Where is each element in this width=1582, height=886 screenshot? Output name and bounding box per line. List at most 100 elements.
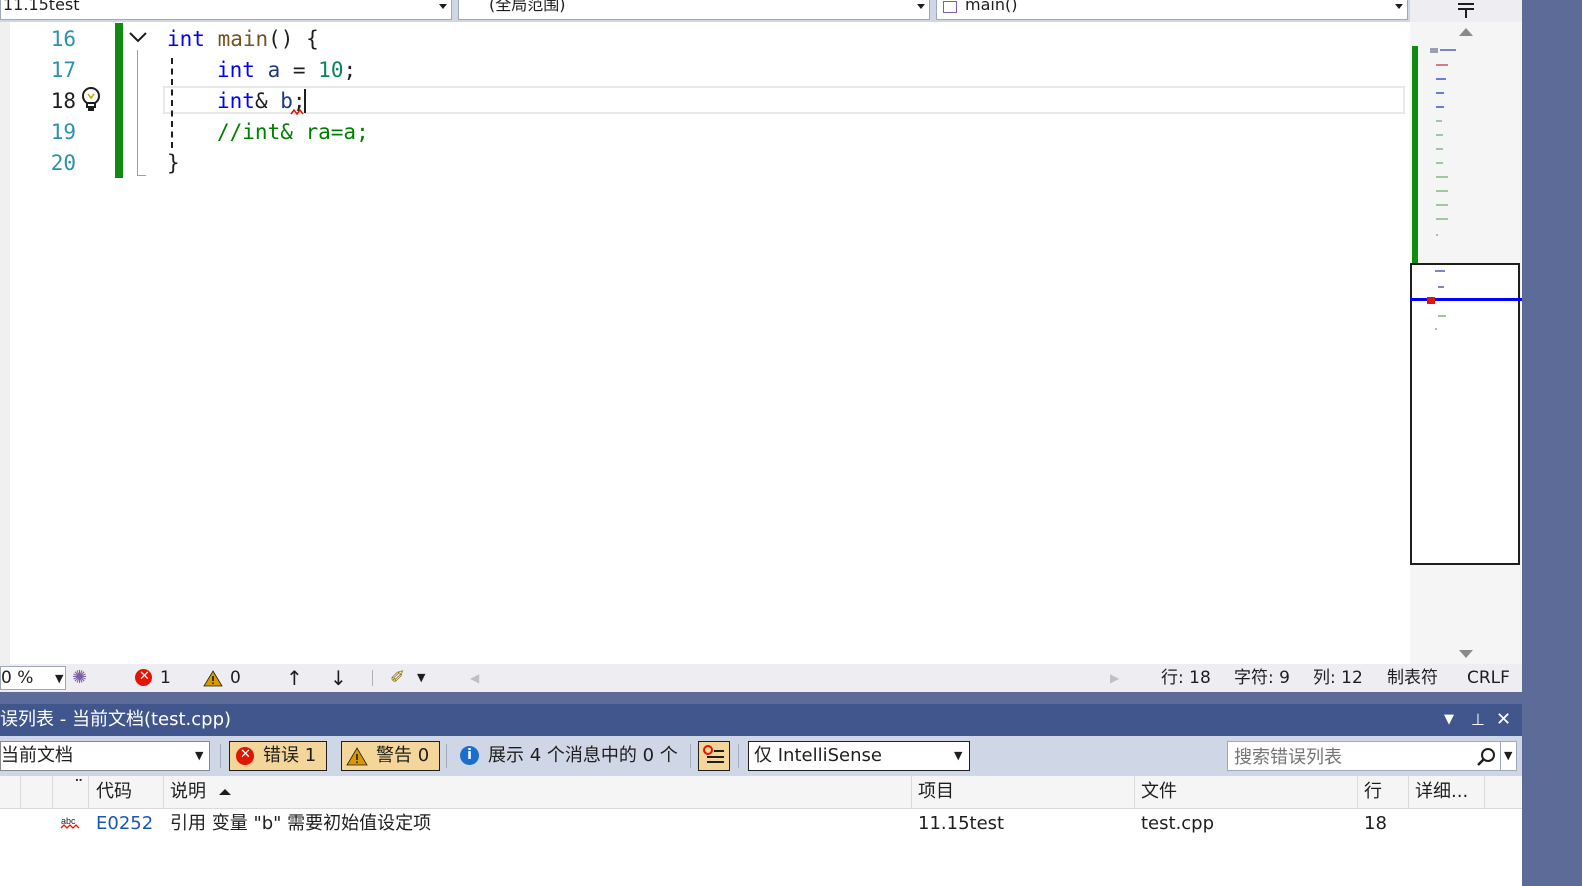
code-line-17: int a = 10; (217, 58, 357, 82)
window-side-panel (1522, 0, 1582, 886)
minimap-line (1435, 328, 1437, 330)
scroll-up-icon[interactable] (1459, 28, 1473, 36)
zoom-dropdown[interactable]: 0 % ▼ (0, 666, 66, 690)
char-indicator[interactable]: 字符: 9 (1234, 664, 1290, 692)
error-count[interactable]: 1 (160, 664, 171, 692)
chevron-down-icon[interactable]: ▼ (1504, 742, 1512, 770)
line-number: 19 (50, 120, 76, 144)
chevron-down-icon (917, 4, 925, 9)
member-dropdown-value: main() (965, 0, 1018, 14)
fold-guide-end (137, 175, 146, 176)
chevron-down-icon (439, 4, 447, 9)
source-select[interactable]: 仅 IntelliSense ▼ (748, 741, 970, 771)
member-dropdown[interactable]: main() (936, 0, 1408, 20)
toolbar-separator (446, 744, 447, 768)
line-number: 16 (50, 27, 76, 51)
sort-ascending-icon (219, 789, 231, 795)
line-indicator[interactable]: 行: 18 (1161, 664, 1211, 692)
intellisense-error-icon: abc (60, 816, 80, 829)
column-project[interactable]: 项目 (918, 776, 954, 808)
arrow-down-icon[interactable]: ↓ (330, 664, 347, 692)
warnings-filter-label: 警告 0 (376, 745, 430, 766)
build-filter-button[interactable] (698, 741, 730, 771)
column-file[interactable]: 文件 (1141, 776, 1177, 808)
warnings-filter-button[interactable]: 警告 0 (341, 741, 440, 771)
pin-icon[interactable]: ⊥ (1471, 704, 1485, 736)
warning-icon[interactable] (203, 670, 223, 687)
column-line[interactable]: 行 (1364, 776, 1382, 808)
toolbar-separator (220, 744, 221, 768)
search-input[interactable] (1232, 744, 1474, 770)
search-icon[interactable] (1476, 747, 1496, 767)
chevron-down-icon: ▼ (55, 672, 64, 685)
error-icon: ✕ (236, 747, 254, 765)
method-cube-icon (943, 1, 957, 13)
error-list-column-headers: ⠉ 代码 说明 项目 文件 行 详细... (0, 776, 1522, 809)
chevron-down-icon: ▼ (954, 749, 963, 762)
errors-filter-label: 错误 1 (263, 745, 317, 766)
chevron-down-icon (1395, 4, 1403, 9)
line-ending-indicator[interactable]: CRLF (1467, 664, 1510, 692)
source-select-value: 仅 IntelliSense (754, 745, 882, 766)
minimap-line (1435, 270, 1445, 272)
fold-guide (137, 50, 138, 175)
warning-icon (346, 747, 368, 766)
filter-list-icon (703, 745, 713, 755)
code-line-19: //int& ra=a; (217, 120, 369, 144)
split-button[interactable] (1410, 0, 1522, 22)
code-line-20: } (167, 151, 180, 175)
messages-filter-button[interactable]: i 展示 4 个消息中的 0 个 (455, 741, 683, 771)
current-line-highlight (163, 86, 1405, 114)
project-dropdown[interactable]: 11.15test (0, 0, 452, 20)
scroll-down-icon[interactable] (1459, 650, 1473, 658)
tab-indicator[interactable]: 制表符 (1387, 664, 1438, 692)
scope-select[interactable]: 当前文档 ▼ (0, 741, 210, 771)
chevron-down-icon: ▼ (195, 749, 204, 762)
warning-count[interactable]: 0 (230, 664, 241, 692)
info-icon: i (460, 746, 479, 765)
column-details[interactable]: 详细... (1415, 776, 1468, 808)
column-code[interactable]: 代码 (96, 776, 132, 808)
project-dropdown-value: 11.15test (3, 0, 80, 14)
table-row[interactable]: abc E0252 引用 变量 "b" 需要初始值设定项 11.15test t… (0, 809, 1522, 839)
scope-select-value: 当前文档 (1, 745, 73, 766)
error-icon[interactable]: ✕ (135, 669, 152, 686)
search-error-list[interactable]: ▼ (1227, 741, 1517, 771)
error-list-title: 误列表 - 当前文档(test.cpp) (0, 709, 232, 730)
editor-left-strip (0, 22, 10, 664)
messages-filter-label: 展示 4 个消息中的 0 个 (488, 745, 678, 766)
close-icon[interactable]: ✕ (1496, 704, 1511, 736)
overview-viewport-box[interactable] (1410, 263, 1520, 565)
svg-text:abc: abc (61, 816, 76, 826)
line-number: 20 (50, 151, 76, 175)
editor-status-bar: 0 % ▼ ✺ ✕ 1 0 ↑ ↓ ✐ ▼ ◀ ▶ 行: 18 字符: 9 列:… (0, 664, 1522, 692)
chevron-down-icon[interactable]: ▼ (417, 664, 425, 692)
error-list-header: 误列表 - 当前文档(test.cpp) ▼ ⊥ ✕ (0, 704, 1522, 736)
collapse-chevron-icon[interactable] (128, 31, 148, 45)
scope-dropdown-value: (全局范围) (489, 0, 566, 14)
column-description[interactable]: 说明 (170, 776, 206, 808)
sort-icon[interactable]: ⠉ (74, 770, 84, 802)
error-description: 引用 变量 "b" 需要初始值设定项 (170, 813, 432, 834)
lightbulb-icon[interactable] (80, 86, 102, 114)
dropdown-icon[interactable]: ▼ (1444, 704, 1454, 736)
zoom-value: 0 % (1, 668, 34, 688)
code-cleanup-icon[interactable]: ✐ (390, 664, 405, 692)
code-line-16: int main() { (167, 27, 319, 51)
column-indicator[interactable]: 列: 12 (1313, 664, 1363, 692)
indent-guide (171, 58, 173, 148)
error-list-body: abc E0252 引用 变量 "b" 需要初始值设定项 11.15test t… (0, 809, 1522, 886)
scope-dropdown[interactable]: (全局范围) (458, 0, 930, 20)
scroll-left-icon[interactable]: ◀ (470, 664, 479, 692)
copilot-icon[interactable]: ✺ (72, 664, 87, 692)
errors-filter-button[interactable]: ✕ 错误 1 (229, 741, 327, 771)
error-project: 11.15test (918, 813, 1005, 834)
error-file: test.cpp (1141, 813, 1215, 834)
minimap-line (1438, 315, 1446, 317)
scroll-right-icon[interactable]: ▶ (1110, 664, 1119, 692)
error-line: 18 (1364, 813, 1387, 834)
code-minimap (1430, 48, 1460, 238)
arrow-up-icon[interactable]: ↑ (286, 664, 303, 692)
error-code-link[interactable]: E0252 (96, 812, 153, 836)
status-separator (372, 670, 373, 686)
